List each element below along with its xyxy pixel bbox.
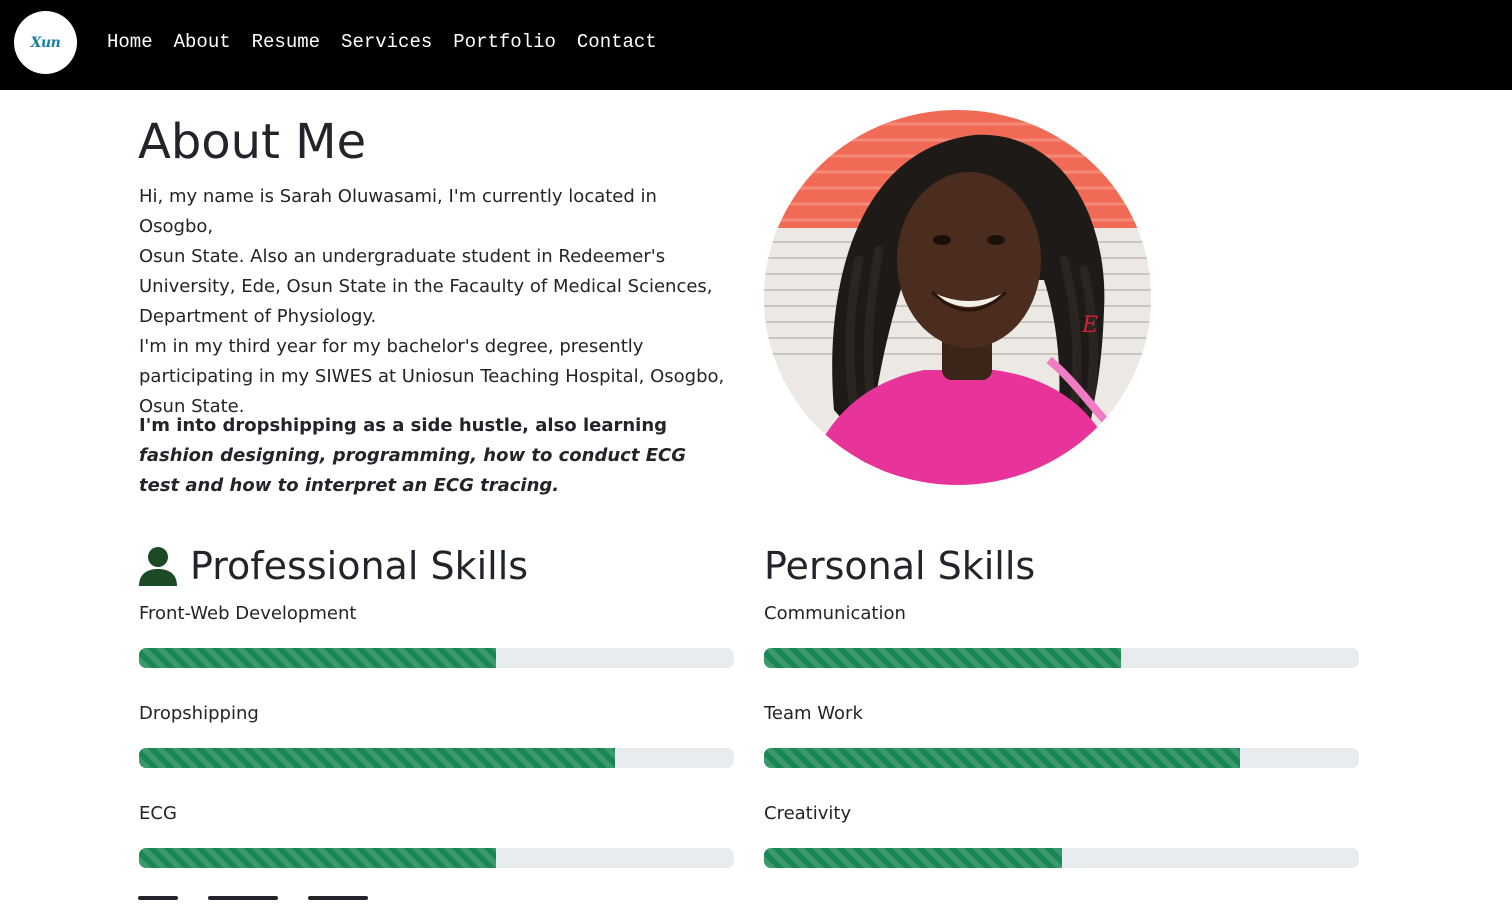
nav-link-about[interactable]: About (174, 30, 231, 54)
skill-progress-bar (764, 848, 1359, 868)
skill-progress-bar (139, 848, 734, 868)
highlight-plain: I'm into dropshipping as a side hustle, … (139, 415, 668, 436)
person-icon (139, 547, 177, 586)
skill-progress-fill (764, 748, 1240, 768)
bio-line: Department of Physiology. (139, 306, 377, 327)
bio-line: Osun State. Also an undergraduate studen… (139, 246, 666, 267)
skill-progress-fill (764, 648, 1121, 668)
skill-label: Front-Web Development (139, 603, 357, 624)
nav-link-contact[interactable]: Contact (577, 30, 657, 54)
profile-photo: E (764, 110, 1151, 485)
bio-line: participating in my SIWES at Uniosun Tea… (139, 366, 725, 387)
bio-line: University, Ede, Osun State in the Facau… (139, 276, 713, 297)
skill-label: Team Work (764, 703, 863, 724)
bio-line: I'm in my third year for my bachelor's d… (139, 336, 644, 357)
skill-progress-bar (764, 748, 1359, 768)
skill-progress-fill (139, 648, 496, 668)
profile-photo-illustration: E (764, 110, 1151, 485)
skill-label: Creativity (764, 803, 852, 824)
logo-text: Xun (30, 34, 61, 51)
site-logo[interactable]: Xun (14, 11, 77, 74)
skill-label: Communication (764, 603, 906, 624)
nav-link-portfolio[interactable]: Portfolio (453, 30, 556, 54)
professional-skills-title: Professional Skills (190, 544, 529, 588)
about-bio: Hi, my name is Sarah Oluwasami, I'm curr… (139, 182, 729, 422)
professional-skills-heading: Professional Skills (139, 540, 528, 592)
highlight-italic: fashion designing, programming, how to c… (139, 445, 686, 496)
next-section-heading-cutoff (138, 896, 498, 907)
svg-text:E: E (1081, 313, 1098, 338)
skill-progress-bar (139, 648, 734, 668)
nav-link-home[interactable]: Home (107, 30, 153, 54)
navbar: Xun Home About Resume Services Portfolio… (0, 0, 1512, 90)
skill-label: ECG (139, 803, 177, 824)
nav-links: Home About Resume Services Portfolio Con… (107, 30, 678, 54)
about-highlight: I'm into dropshipping as a side hustle, … (139, 411, 729, 501)
skill-progress-fill (139, 748, 615, 768)
personal-skills-title: Personal Skills (764, 544, 1036, 588)
about-title: About Me (138, 114, 367, 170)
skill-progress-bar (139, 748, 734, 768)
bio-line: Hi, my name is Sarah Oluwasami, I'm curr… (139, 186, 657, 237)
skill-progress-bar (764, 648, 1359, 668)
skill-progress-fill (764, 848, 1062, 868)
nav-link-services[interactable]: Services (341, 30, 432, 54)
nav-link-resume[interactable]: Resume (252, 30, 320, 54)
skill-progress-fill (139, 848, 496, 868)
skill-label: Dropshipping (139, 703, 259, 724)
personal-skills-heading: Personal Skills (764, 540, 1035, 592)
